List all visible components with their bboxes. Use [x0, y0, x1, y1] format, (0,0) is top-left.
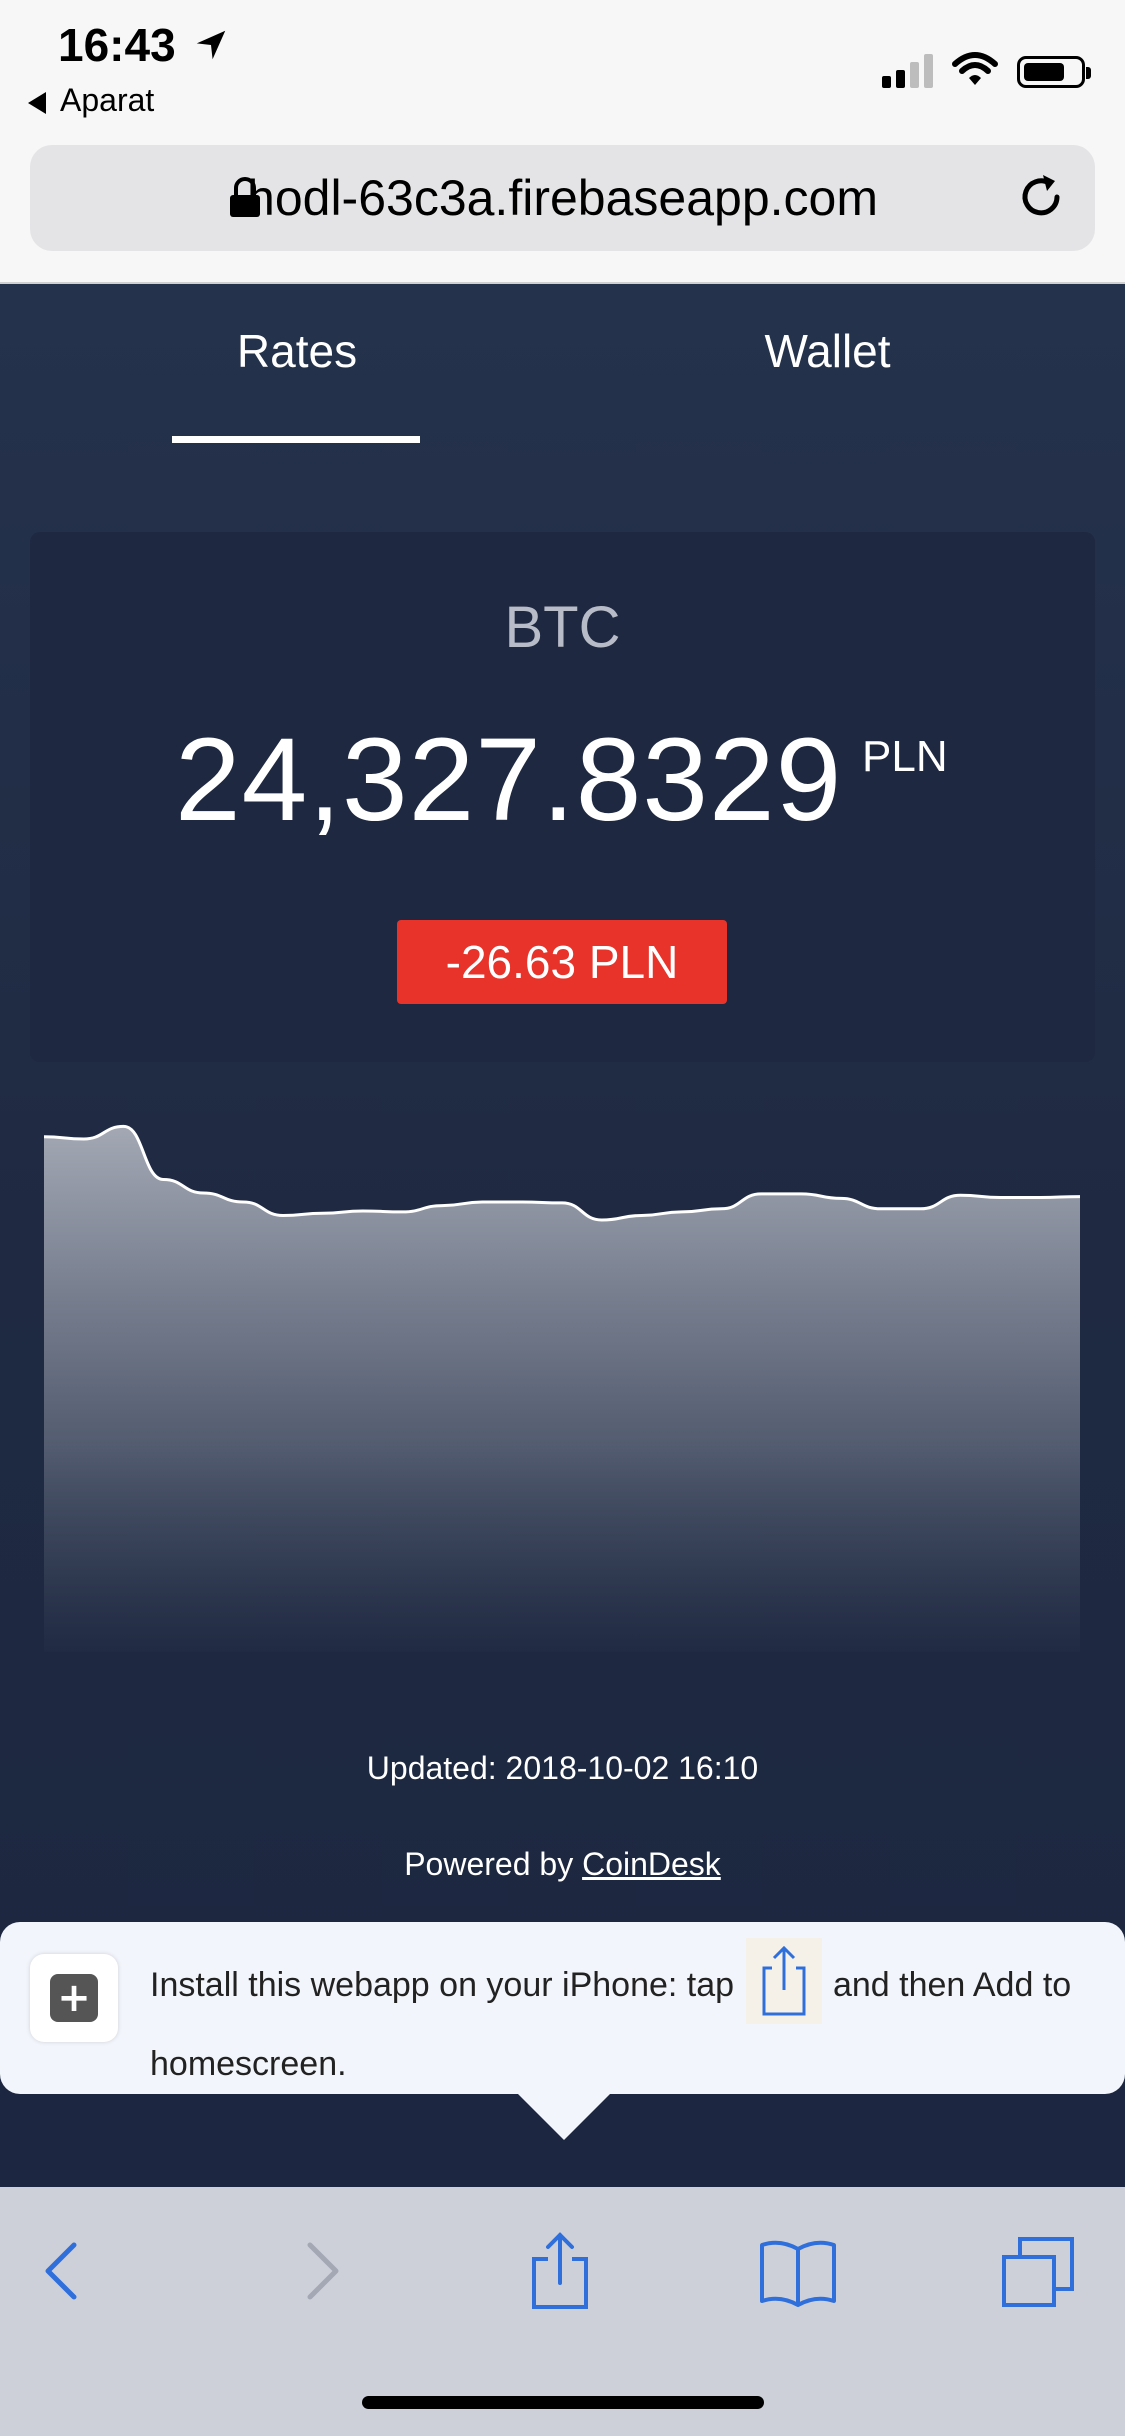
price-chart: [44, 1124, 1080, 1652]
address-bar[interactable]: hodl-63c3a.firebaseapp.com: [30, 145, 1095, 251]
tabs-icon[interactable]: [998, 2231, 1078, 2311]
price-currency: PLN: [862, 732, 948, 781]
location-arrow-icon: [196, 30, 226, 60]
coin-symbol: BTC: [504, 595, 621, 660]
bookmarks-icon[interactable]: [758, 2231, 838, 2311]
back-app-label: Aparat: [60, 82, 155, 118]
battery-icon: [1017, 56, 1091, 88]
home-indicator: [362, 2396, 764, 2409]
browser-top-bar: 16:43 Aparat hodl-63c3a.firebaseapp.com: [0, 0, 1125, 284]
back-to-app-link[interactable]: Aparat: [28, 82, 154, 119]
tab-bar: Rates Wallet: [0, 324, 1125, 443]
share-icon[interactable]: [520, 2231, 600, 2311]
tab-rates[interactable]: Rates: [172, 324, 422, 378]
chart-area: [44, 1126, 1080, 1652]
share-icon: [745, 1938, 822, 2024]
install-text-before: Install this webapp on your iPhone: tap: [150, 1965, 735, 2004]
status-time: 16:43: [58, 19, 176, 71]
change-badge: -26.63 PLN: [397, 920, 727, 1004]
active-tab-indicator: [172, 436, 420, 443]
forward-icon[interactable]: [278, 2231, 358, 2311]
wifi-icon: [952, 52, 998, 85]
url-text: hodl-63c3a.firebaseapp.com: [247, 170, 878, 226]
powered-prefix: Powered by: [404, 1846, 583, 1882]
tab-wallet[interactable]: Wallet: [700, 324, 955, 378]
back-triangle-icon: [28, 91, 46, 114]
add-app-icon: +: [30, 1954, 118, 2042]
rate-card: BTC 24,327.8329 PLN -26.63 PLN: [30, 532, 1095, 1062]
coindesk-link[interactable]: CoinDesk: [582, 1846, 721, 1882]
app-content: Rates Wallet BTC 24,327.8329 PLN -26.63 …: [0, 284, 1125, 2187]
price-value: 24,327.8329: [175, 714, 843, 846]
cellular-signal-icon: [882, 52, 933, 88]
reload-icon[interactable]: [1011, 167, 1071, 227]
install-prompt-text: Install this webapp on your iPhone: tap …: [150, 1938, 1090, 2098]
powered-by: Powered by CoinDesk: [0, 1846, 1125, 1883]
install-prompt-pointer: [516, 2092, 612, 2140]
updated-timestamp: Updated: 2018-10-02 16:10: [366, 1750, 759, 1786]
status-indicators: [882, 48, 1091, 88]
install-prompt: + Install this webapp on your iPhone: ta…: [0, 1922, 1125, 2094]
back-icon[interactable]: [26, 2231, 106, 2311]
